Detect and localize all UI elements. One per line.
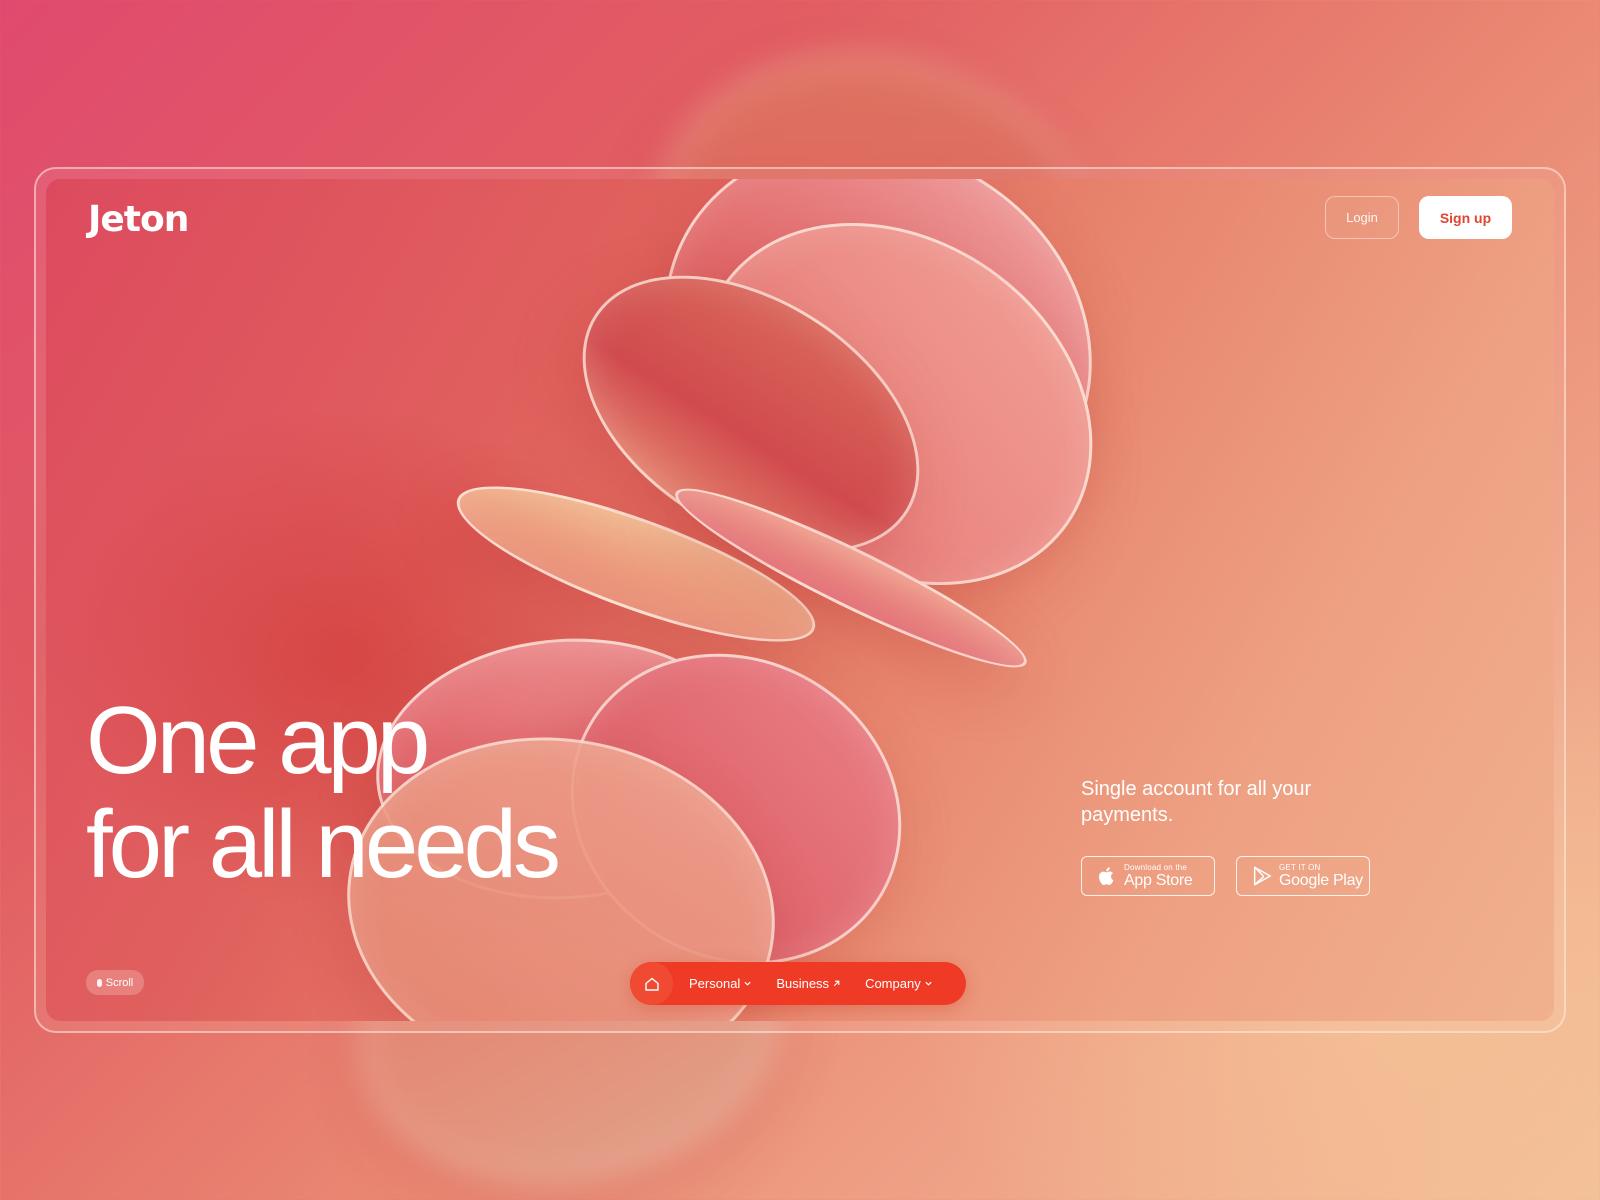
nav-business-label: Business [776,976,830,991]
apple-icon [1099,867,1114,885]
signup-button[interactable]: Sign up [1419,196,1512,239]
tagline: Single account for all your payments. [1081,778,1312,826]
chevron-down-icon [925,981,932,986]
hero-line-1: One app [86,687,430,794]
home-button[interactable] [630,962,673,1005]
login-button[interactable]: Login [1325,196,1399,239]
google-play-icon [1253,866,1271,886]
hero-line-2: for all needs [86,791,561,898]
scroll-label: Scroll [105,976,134,989]
bottom-nav: Personal Business Company [630,962,966,1005]
nav-company-label: Company [865,976,921,991]
arrow-up-right-icon [833,980,840,987]
mouse-icon [96,978,102,987]
app-store-big-text: App Store [1124,871,1193,889]
scroll-indicator[interactable]: Scroll [86,970,144,995]
app-store-button[interactable]: Download on the App Store [1081,856,1215,896]
nav-item-personal[interactable]: Personal [689,976,752,991]
hero-panel: Jeton Login Sign up One app for all need… [46,179,1554,1021]
nav-item-company[interactable]: Company [865,976,933,991]
home-icon [644,977,659,991]
app-store-small-text: Download on the [1124,862,1188,872]
google-play-button[interactable]: GET IT ON Google Play [1236,856,1370,896]
google-play-small-text: GET IT ON [1279,862,1321,872]
chevron-down-icon [744,981,751,986]
google-play-big-text: Google Play [1279,871,1363,889]
jeton-logo[interactable]: Jeton [88,199,189,240]
hero-heading: One app for all needs [86,689,786,897]
nav-item-business[interactable]: Business [776,976,841,991]
nav-personal-label: Personal [689,976,741,991]
